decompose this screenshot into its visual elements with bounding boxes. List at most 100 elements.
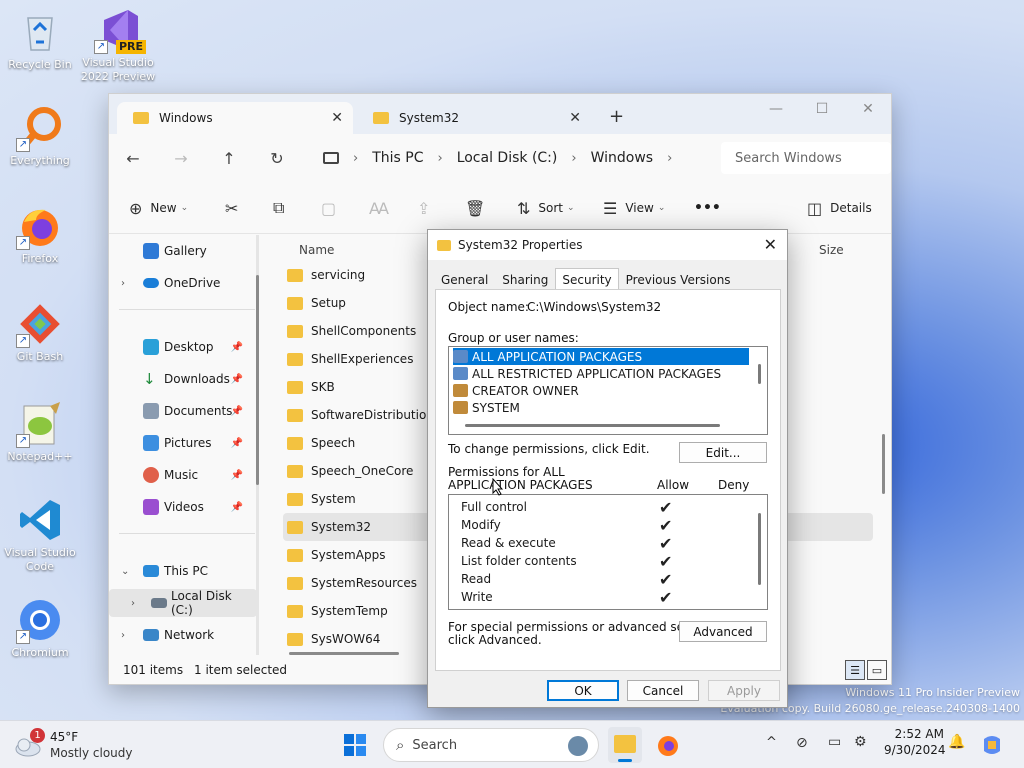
visual-studio-icon: PRE ↗ <box>94 6 146 54</box>
nav-item-network[interactable]: › Network <box>109 621 257 649</box>
breadcrumb-windows[interactable]: Windows <box>591 150 654 166</box>
desktop-icon-label: Git Bash <box>16 350 64 363</box>
taskbar-firefox[interactable] <box>656 733 680 757</box>
desktop-icon-everything[interactable]: ↗ Everything <box>0 104 80 168</box>
tiles-view-toggle[interactable]: ▭ <box>867 660 887 680</box>
nav-item-desktop[interactable]: Desktop 📌 <box>109 333 257 361</box>
file-name: Speech <box>311 436 356 450</box>
nav-item-gallery[interactable]: Gallery <box>109 237 257 265</box>
breadcrumb-this-pc[interactable]: This PC <box>372 150 423 166</box>
folder-icon <box>287 632 303 646</box>
shortcut-arrow-icon: ↗ <box>16 334 30 348</box>
desktop-icon-recycle-bin[interactable]: Recycle Bin <box>0 8 80 72</box>
desktop-icon-chromium[interactable]: ↗ Chromium <box>0 596 80 660</box>
permission-row: Write ✔ <box>461 588 761 607</box>
advanced-button[interactable]: Advanced <box>679 621 767 642</box>
view-button[interactable]: ☰ View ⌄ <box>603 196 665 220</box>
minimize-button[interactable]: — <box>753 94 799 124</box>
group-list-item[interactable]: CREATOR OWNER <box>453 382 749 399</box>
file-list-scrollbar[interactable] <box>882 434 885 494</box>
column-header-name[interactable]: Name <box>299 243 334 257</box>
edit-button[interactable]: Edit... <box>679 442 767 463</box>
group-list-item[interactable]: SYSTEM <box>453 399 749 416</box>
nav-scrollbar[interactable] <box>256 235 259 655</box>
desktop-icon-git-bash[interactable]: ↗ Git Bash <box>0 300 80 364</box>
folder-icon <box>287 352 303 366</box>
delete-button[interactable]: 🗑 <box>465 196 493 220</box>
copilot-icon[interactable] <box>980 733 1004 757</box>
nav-item-this-pc[interactable]: ⌄ This PC <box>109 557 257 585</box>
cancel-button[interactable]: Cancel <box>627 680 699 701</box>
up-button[interactable]: ↑ <box>205 149 253 168</box>
column-header-size[interactable]: Size <box>819 243 844 257</box>
desktop-icon-visual-studio-2022[interactable]: PRE ↗ Visual Studio 2022 Preview <box>78 6 158 84</box>
new-tab-button[interactable]: + <box>609 106 624 127</box>
back-button[interactable]: ← <box>109 149 157 168</box>
taskbar-search[interactable]: ⌕ Search <box>383 728 599 762</box>
folder-icon <box>287 520 303 534</box>
close-tab-icon[interactable]: ✕ <box>331 110 343 126</box>
tab-security[interactable]: Security <box>555 268 619 290</box>
forward-button[interactable]: → <box>157 149 205 168</box>
ok-button[interactable]: OK <box>547 680 619 701</box>
cut-button[interactable]: ✂ <box>225 196 246 220</box>
weather-description: Mostly cloudy <box>50 746 133 760</box>
group-list-item[interactable]: ALL RESTRICTED APPLICATION PACKAGES <box>453 365 749 382</box>
show-hidden-icons-button[interactable]: ^ <box>766 735 777 750</box>
dialog-tabs: General Sharing Security Previous Versio… <box>434 268 738 290</box>
notification-bell-icon[interactable]: 🔔 <box>948 734 965 750</box>
nav-item-local-disk[interactable]: › Local Disk (C:) <box>109 589 257 617</box>
security-panel: Object name: C:\Windows\System32 Group o… <box>435 289 781 671</box>
sort-button[interactable]: ⇅ Sort ⌄ <box>517 196 575 220</box>
display-icon[interactable]: ▭ <box>828 734 841 750</box>
close-tab-icon[interactable]: ✕ <box>569 110 581 126</box>
details-view-toggle[interactable]: ☰ <box>845 660 865 680</box>
nav-item-music[interactable]: Music 📌 <box>109 461 257 489</box>
weather-widget[interactable]: 1 45°F Mostly cloudy <box>14 728 194 763</box>
settings-icon[interactable]: ⚙ <box>854 734 867 750</box>
nav-item-documents[interactable]: Documents 📌 <box>109 397 257 425</box>
tab-previous-versions[interactable]: Previous Versions <box>619 270 738 290</box>
search-input[interactable]: Search Windows <box>721 142 891 174</box>
apply-button[interactable]: Apply <box>708 680 780 701</box>
horizontal-scrollbar[interactable] <box>289 652 399 655</box>
dialog-close-button[interactable]: ✕ <box>764 235 777 254</box>
nav-item-downloads[interactable]: ↓ Downloads 📌 <box>109 365 257 393</box>
share-button[interactable]: ⇪ <box>417 196 438 220</box>
package-group-icon <box>453 350 468 363</box>
details-button[interactable]: ◫ Details <box>807 196 872 220</box>
tab-system32[interactable]: System32 ✕ <box>357 102 591 134</box>
group-list-item[interactable]: ALL APPLICATION PACKAGES <box>453 348 749 365</box>
new-label: New <box>150 201 177 215</box>
refresh-button[interactable]: ↻ <box>253 149 301 168</box>
paste-icon: ▢ <box>321 198 337 218</box>
new-button[interactable]: ⊕ New ⌄ <box>129 196 188 220</box>
nav-item-onedrive[interactable]: › OneDrive <box>109 269 257 297</box>
breadcrumb[interactable]: › This PC › Local Disk (C:) › Windows › <box>319 142 714 174</box>
navigation-pane: Gallery › OneDrive Desktop 📌 ↓ Downloads… <box>109 235 259 655</box>
desktop-icon-firefox[interactable]: ↗ Firefox <box>0 202 80 266</box>
tab-windows[interactable]: Windows ✕ <box>117 102 353 134</box>
group-list[interactable]: ALL APPLICATION PACKAGES ALL RESTRICTED A… <box>448 346 768 435</box>
network-disconnected-icon[interactable]: ⊘ <box>796 735 808 751</box>
close-window-button[interactable]: ✕ <box>845 94 891 124</box>
tab-sharing[interactable]: Sharing <box>495 270 555 290</box>
nav-item-videos[interactable]: Videos 📌 <box>109 493 257 521</box>
maximize-button[interactable]: ☐ <box>799 94 845 124</box>
rename-button[interactable]: Ꜳ <box>369 196 397 220</box>
start-button[interactable] <box>343 733 367 757</box>
desktop-icon-notepad-plus-plus[interactable]: ↗ Notepad++ <box>0 400 80 464</box>
chevron-down-icon: ⌄ <box>180 203 189 213</box>
address-bar: ← → ↑ ↻ › This PC › Local Disk (C:) › Wi… <box>109 134 891 182</box>
taskbar-file-explorer[interactable] <box>608 727 642 763</box>
paste-button[interactable]: ▢ <box>321 196 344 220</box>
clock[interactable]: 2:52 AM 9/30/2024 <box>884 727 946 757</box>
tab-general[interactable]: General <box>434 270 495 290</box>
desktop-icon-vscode[interactable]: Visual Studio Code <box>0 496 80 574</box>
nav-item-pictures[interactable]: Pictures 📌 <box>109 429 257 457</box>
more-options-button[interactable]: ••• <box>694 196 721 220</box>
folder-icon <box>287 436 303 450</box>
breadcrumb-local-disk[interactable]: Local Disk (C:) <box>457 150 558 166</box>
copy-button[interactable]: ⧉ <box>273 196 292 220</box>
chevron-down-icon: ⌄ <box>657 203 666 213</box>
